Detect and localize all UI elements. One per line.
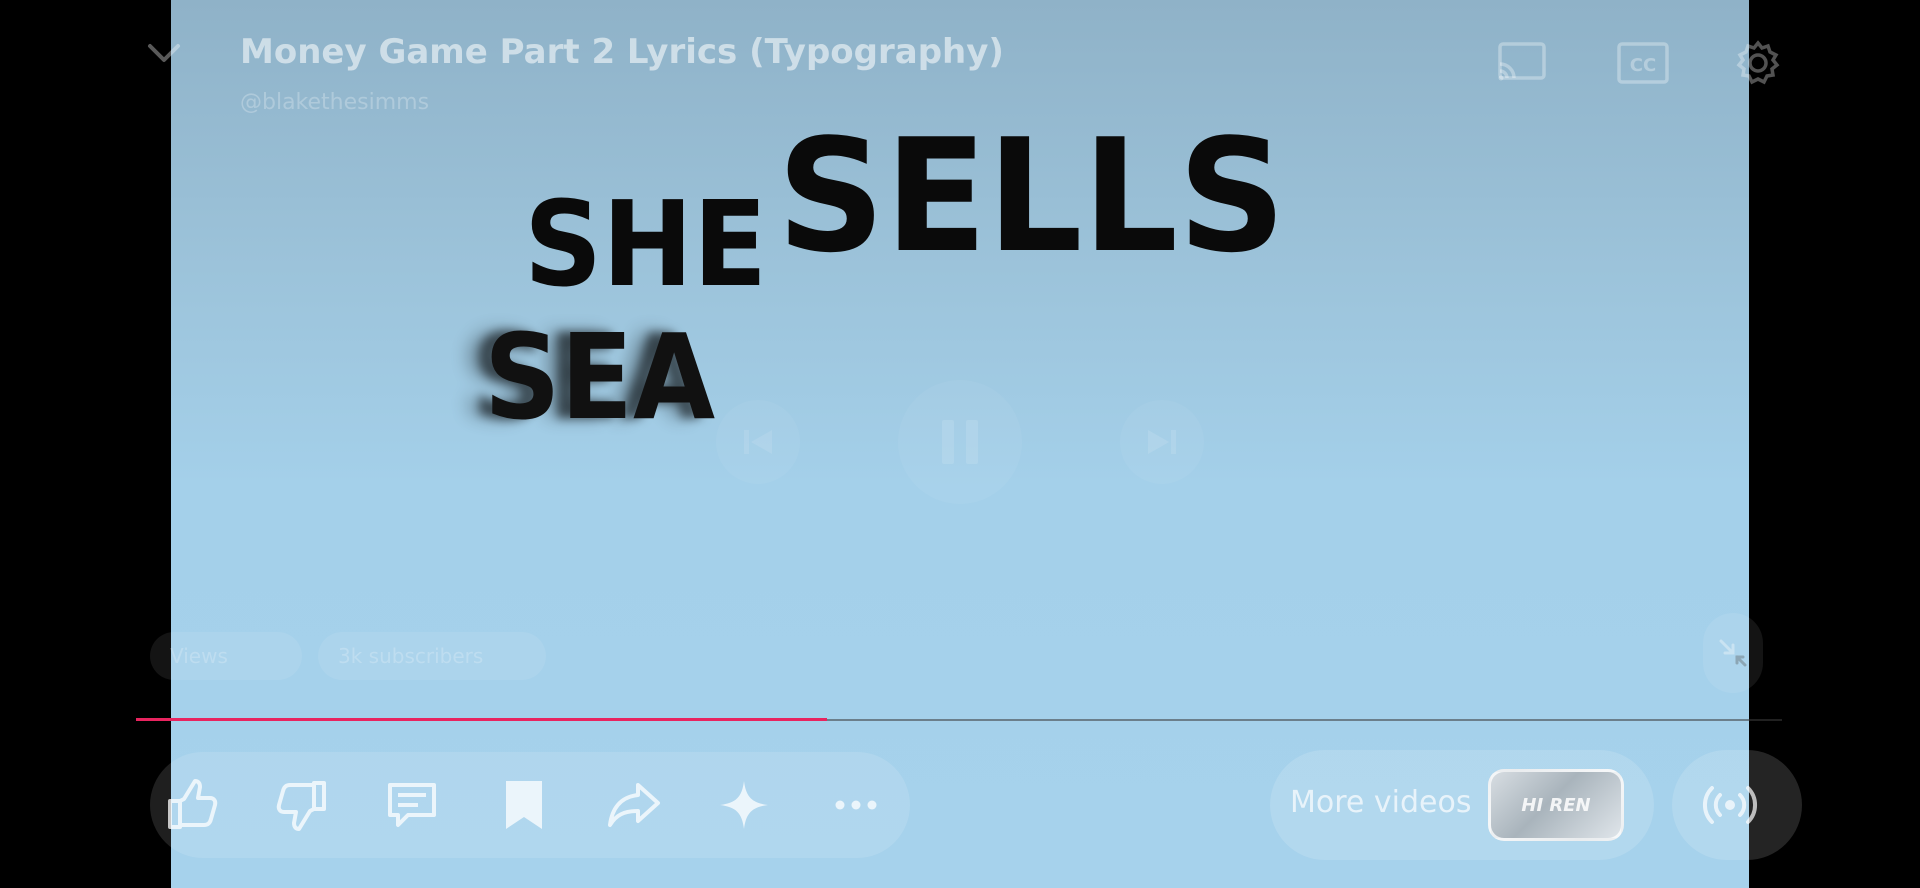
comment-icon[interactable] — [382, 775, 442, 835]
lyric-word-sea: SEA — [484, 308, 716, 446]
thumbs-down-icon[interactable] — [272, 775, 332, 835]
bookmark-icon[interactable] — [494, 775, 554, 835]
more-horizontal-icon[interactable] — [826, 775, 886, 835]
minimize-button[interactable] — [1703, 613, 1763, 693]
player-overlay: Money Game Part 2 Lyrics (Typography) @b… — [0, 0, 1920, 888]
captions-label: CC — [1630, 55, 1656, 76]
cast-icon[interactable] — [1494, 38, 1550, 88]
live-button[interactable] — [1672, 750, 1802, 860]
share-icon[interactable] — [604, 775, 664, 835]
sparkle-icon[interactable] — [714, 775, 774, 835]
skip-previous-icon[interactable] — [716, 400, 800, 484]
more-videos-label: More videos — [1290, 785, 1472, 820]
chip-views[interactable]: Views — [150, 632, 302, 680]
chevron-down-icon[interactable] — [145, 38, 183, 68]
video-title[interactable]: Money Game Part 2 Lyrics (Typography) — [240, 32, 1004, 72]
gear-icon[interactable] — [1730, 38, 1786, 88]
lyric-word-sells: SELLS — [777, 105, 1286, 287]
broadcast-icon — [1702, 786, 1758, 824]
chip-subscribers[interactable]: 3k subscribers — [318, 632, 546, 680]
channel-handle[interactable]: @blakethesimms — [240, 90, 429, 115]
lyric-word-she: SHE — [524, 175, 768, 313]
captions-icon[interactable]: CC — [1615, 38, 1671, 88]
pause-icon[interactable] — [898, 380, 1022, 504]
more-videos-thumbnail[interactable]: HI REN — [1488, 769, 1624, 841]
skip-next-icon[interactable] — [1120, 400, 1204, 484]
thumbs-up-icon[interactable] — [162, 775, 222, 835]
minimize-icon — [1719, 639, 1747, 667]
progress-fill — [136, 718, 827, 721]
